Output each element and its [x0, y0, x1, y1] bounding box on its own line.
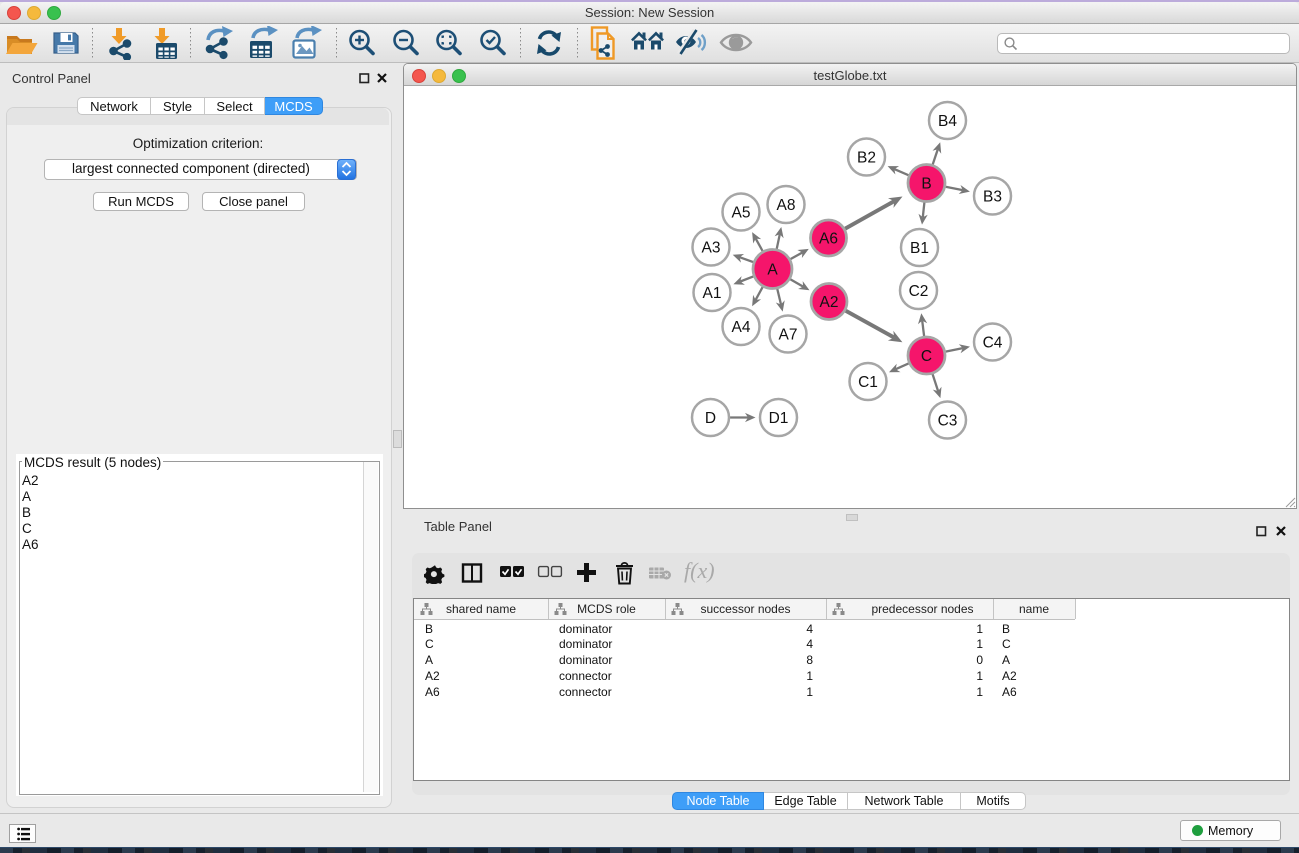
svg-text:A1: A1 — [703, 285, 722, 302]
svg-text:C3: C3 — [938, 412, 958, 429]
svg-text:C1: C1 — [858, 374, 878, 391]
svg-text:A5: A5 — [732, 204, 751, 221]
svg-text:A6: A6 — [819, 230, 838, 247]
svg-text:A: A — [767, 261, 778, 278]
svg-text:A8: A8 — [777, 197, 796, 214]
svg-text:C: C — [921, 348, 932, 365]
svg-text:C4: C4 — [983, 334, 1003, 351]
svg-text:D1: D1 — [769, 410, 789, 427]
svg-text:B4: B4 — [938, 113, 957, 130]
svg-text:A7: A7 — [779, 326, 798, 343]
svg-text:C2: C2 — [909, 283, 929, 300]
svg-text:A3: A3 — [702, 239, 721, 256]
svg-text:B: B — [921, 175, 931, 192]
svg-text:A4: A4 — [732, 319, 751, 336]
svg-text:D: D — [705, 410, 716, 427]
svg-text:B1: B1 — [910, 240, 929, 257]
svg-text:A2: A2 — [820, 294, 839, 311]
svg-text:B3: B3 — [983, 188, 1002, 205]
svg-text:B2: B2 — [857, 149, 876, 166]
